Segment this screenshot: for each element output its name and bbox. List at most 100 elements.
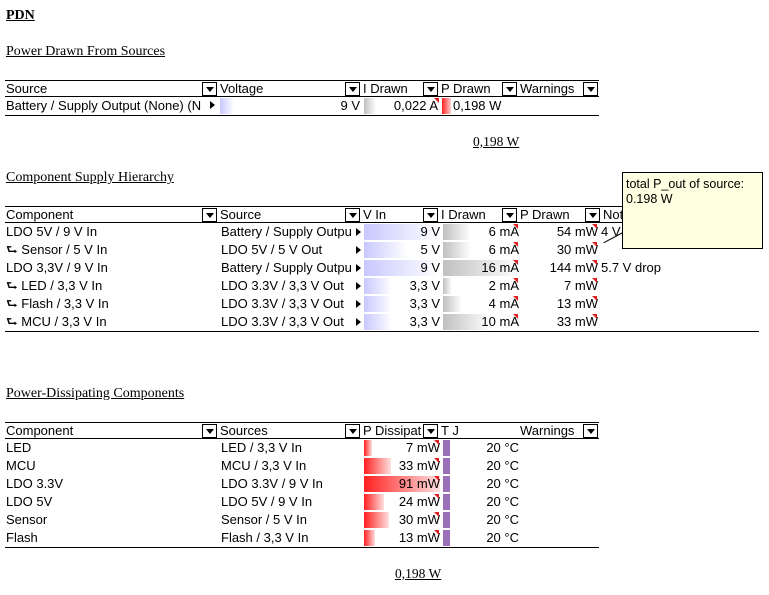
component-name: LDO 3,3V / 9 V In xyxy=(6,260,108,275)
comment-indicator-icon[interactable] xyxy=(592,314,597,319)
tj-value: 20 °C xyxy=(486,512,519,527)
overflow-arrow-icon xyxy=(356,318,361,326)
col-warnings: Warnings xyxy=(520,423,575,438)
source-name: Battery / Supply Output (None) (N xyxy=(6,98,202,113)
col-i-drawn: I Drawn xyxy=(363,81,408,96)
component-name: LDO 5V / 9 V In xyxy=(6,224,98,239)
col-p-drawn: P Drawn xyxy=(441,81,491,96)
col-v-in: V In xyxy=(363,207,387,222)
col-warnings: Warnings xyxy=(520,81,575,96)
p-drawn-value: 144 mW xyxy=(549,260,598,275)
tj-value: 20 °C xyxy=(486,440,519,455)
comment-indicator-icon[interactable] xyxy=(513,224,518,229)
page-title: PDN xyxy=(6,8,35,23)
note-value: 5.7 V drop xyxy=(601,260,661,275)
source-name: LDO 3.3V / 3,3 V Out xyxy=(221,278,344,293)
filter-dropdown-i-drawn[interactable] xyxy=(502,208,517,222)
tj-value: 20 °C xyxy=(486,494,519,509)
component-name: LED xyxy=(6,440,32,455)
comment-indicator-icon[interactable] xyxy=(592,278,597,283)
filter-dropdown-warnings[interactable] xyxy=(583,424,598,438)
source-name: Battery / Supply Outpu xyxy=(221,260,352,275)
col-p-drawn: P Drawn xyxy=(520,207,570,222)
sources-total: 0,198 W xyxy=(473,134,520,149)
p-drawn-value: 54 mW xyxy=(556,224,598,239)
sources-header-row: Source Voltage I Drawn P Drawn Warnings xyxy=(5,80,599,97)
i-drawn-value: 2 mA xyxy=(488,278,519,293)
filter-dropdown-voltage[interactable] xyxy=(345,82,360,96)
comment-indicator-icon[interactable] xyxy=(513,296,518,301)
component-name: LDO 5V xyxy=(6,494,53,509)
filter-dropdown-p-drawn[interactable] xyxy=(502,82,517,96)
tj-value: 20 °C xyxy=(486,476,519,491)
p-dissipated-value: 24 mW xyxy=(398,494,440,509)
comment-indicator-icon[interactable] xyxy=(434,458,439,463)
comment-indicator-icon[interactable] xyxy=(513,242,518,247)
source-name: LDO 5V / 9 V In xyxy=(221,494,313,509)
comment-indicator-icon[interactable] xyxy=(434,440,439,445)
comment-indicator-icon[interactable] xyxy=(434,476,439,481)
v-in-value: 5 V xyxy=(420,242,440,257)
filter-dropdown-source[interactable] xyxy=(202,82,217,96)
dissipating-total: 0,198 W xyxy=(395,566,442,581)
comment-indicator-icon[interactable] xyxy=(434,98,439,103)
col-p-dissipated: P Dissipat xyxy=(363,423,422,438)
comment-indicator-icon[interactable] xyxy=(434,512,439,517)
col-tj: T J xyxy=(441,423,459,438)
filter-dropdown-i-drawn[interactable] xyxy=(423,82,438,96)
filter-dropdown-v-in[interactable] xyxy=(423,208,438,222)
comment-indicator-icon[interactable] xyxy=(434,494,439,499)
filter-dropdown-source[interactable] xyxy=(345,208,360,222)
i-drawn-value: 4 mA xyxy=(488,296,519,311)
overflow-arrow-icon xyxy=(356,246,361,254)
comment-indicator-icon[interactable] xyxy=(434,530,439,535)
comment-indicator-icon[interactable] xyxy=(513,278,518,283)
component-name: MCU xyxy=(6,458,36,473)
col-component: Component xyxy=(6,207,74,222)
p-drawn-value: 13 mW xyxy=(556,296,598,311)
comment-indicator-icon[interactable] xyxy=(592,296,597,301)
source-name: Sensor / 5 V In xyxy=(221,512,307,527)
tj-value: 20 °C xyxy=(486,530,519,545)
filter-dropdown-component[interactable] xyxy=(202,208,217,222)
v-in-value: 3,3 V xyxy=(409,278,440,293)
table-bottom-border xyxy=(5,331,759,332)
table-bottom-border xyxy=(5,547,599,548)
source-name: LDO 3.3V / 3,3 V Out xyxy=(221,314,344,329)
p-dissipated-value: 91 mW xyxy=(398,476,440,491)
v-in-value: 3,3 V xyxy=(409,296,440,311)
filter-dropdown-p-dissipated[interactable] xyxy=(423,424,438,438)
col-source: Source xyxy=(6,81,48,96)
overflow-arrow-icon xyxy=(356,300,361,308)
component-name: ⮑ LED / 3,3 V In xyxy=(6,278,103,293)
source-name: LDO 3.3V / 3,3 V Out xyxy=(221,296,344,311)
comment-indicator-icon[interactable] xyxy=(592,242,597,247)
p-dissipated-value: 33 mW xyxy=(398,458,440,473)
dissipating-header-row: Component Sources P Dissipat T J Warning… xyxy=(5,422,599,439)
col-voltage: Voltage xyxy=(220,81,264,96)
filter-dropdown-component[interactable] xyxy=(202,424,217,438)
col-notes: Not xyxy=(603,207,624,222)
p-dissipated-value: 30 mW xyxy=(398,512,440,527)
component-name: Flash xyxy=(6,530,38,545)
filter-dropdown-p-drawn[interactable] xyxy=(585,208,600,222)
comment-indicator-icon[interactable] xyxy=(592,260,597,265)
comment-indicator-icon[interactable] xyxy=(513,260,518,265)
component-name: Sensor xyxy=(6,512,48,527)
dissipating-heading: Power-Dissipating Components xyxy=(6,386,185,401)
comment-indicator-icon[interactable] xyxy=(513,314,518,319)
v-in-value: 9 V xyxy=(420,224,440,239)
v-in-value: 3,3 V xyxy=(409,314,440,329)
filter-dropdown-warnings[interactable] xyxy=(583,82,598,96)
filter-dropdown-sources[interactable] xyxy=(345,424,360,438)
p-drawn-value: 7 mW xyxy=(564,278,598,293)
component-name: LDO 3.3V xyxy=(6,476,64,491)
comment-indicator-icon[interactable] xyxy=(592,224,597,229)
col-component: Component xyxy=(6,423,74,438)
tooltip-line-1: total P_out of source: xyxy=(626,177,745,191)
v-in-value: 9 V xyxy=(420,260,440,275)
i-drawn-value: 10 mA xyxy=(481,314,519,329)
source-name: Battery / Supply Outpu xyxy=(221,224,352,239)
hierarchy-heading: Component Supply Hierarchy xyxy=(6,170,174,185)
overflow-arrow-icon xyxy=(356,264,361,272)
